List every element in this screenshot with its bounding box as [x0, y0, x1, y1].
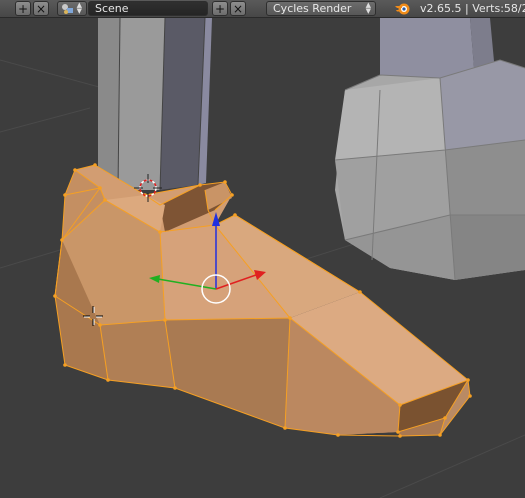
scene-name-field[interactable]: Scene [88, 1, 208, 16]
scene-updown-icon: ▲ ▼ [76, 1, 82, 15]
scene-delete-button[interactable]: × [230, 1, 246, 16]
screen-close-button[interactable]: × [33, 1, 49, 16]
scene-stats: v2.65.5 | Verts:58/2 [420, 2, 525, 15]
screen-add-button[interactable]: + [15, 1, 31, 16]
viewport-canvas [0, 18, 525, 498]
info-header-bar: + × ▲ ▼ Scene + × Cycles Render ▲ ▼ v2.6… [0, 0, 525, 18]
render-engine-select[interactable]: Cycles Render ▲ ▼ [266, 1, 376, 16]
leg-mesh[interactable] [98, 18, 212, 191]
3d-viewport[interactable] [0, 18, 525, 498]
scene-add-button[interactable]: + [212, 1, 228, 16]
background-mesh[interactable] [334, 18, 525, 281]
scene-browse-button[interactable]: ▲ ▼ [57, 1, 87, 16]
render-engine-updown-icon: ▲ ▼ [365, 1, 371, 15]
scene-icon [61, 3, 75, 18]
